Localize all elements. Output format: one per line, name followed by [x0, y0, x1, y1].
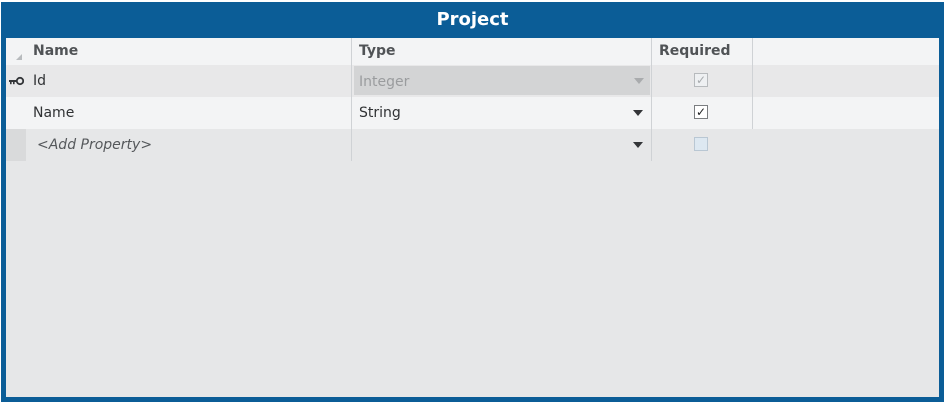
property-type-value: Integer: [359, 74, 410, 90]
add-property-name-cell[interactable]: <Add Property>: [26, 129, 351, 161]
grid-header-row: Name Type Required: [6, 38, 939, 65]
property-name: Id: [33, 73, 47, 89]
sort-indicator-icon: [16, 54, 22, 60]
required-checkbox[interactable]: ✓: [694, 73, 708, 87]
add-property-row[interactable]: <Add Property>: [6, 129, 939, 161]
property-name-cell[interactable]: Id: [26, 65, 351, 97]
property-name: Name: [33, 105, 75, 121]
table-row[interactable]: Name String ✓: [6, 97, 939, 129]
add-property-placeholder: <Add Property>: [37, 137, 153, 153]
entity-title: Project: [436, 9, 509, 30]
chevron-down-icon: [633, 142, 643, 148]
add-property-required-cell[interactable]: [651, 129, 752, 161]
column-header-spacer: [752, 38, 939, 65]
property-required-cell[interactable]: ✓: [651, 65, 752, 97]
required-checkbox[interactable]: ✓: [694, 105, 708, 119]
row-selector[interactable]: [6, 97, 26, 129]
row-selector[interactable]: [6, 129, 26, 161]
column-header-name-label: Name: [33, 43, 79, 59]
property-type-dropdown[interactable]: Integer: [351, 65, 651, 97]
chevron-down-icon: [633, 110, 643, 116]
key-icon: [9, 76, 24, 86]
property-type-disabled-field: Integer: [354, 66, 650, 95]
row-selector[interactable]: [6, 65, 26, 97]
property-grid: Name Type Required Id Integer ✓ Name Str…: [6, 38, 939, 397]
entity-designer-panel: Project Name Type Required Id Integer ✓ …: [1, 2, 944, 402]
chevron-down-icon: [634, 78, 644, 84]
property-required-cell[interactable]: ✓: [651, 97, 752, 129]
row-spacer: [752, 65, 939, 97]
column-header-type[interactable]: Type: [351, 38, 651, 65]
property-type-value: String: [359, 105, 401, 121]
column-header-name[interactable]: Name: [26, 38, 351, 65]
property-name-cell[interactable]: Name: [26, 97, 351, 129]
row-spacer: [752, 97, 939, 129]
select-all-corner[interactable]: [6, 38, 26, 65]
column-header-required-label: Required: [659, 43, 731, 59]
column-header-required[interactable]: Required: [651, 38, 752, 65]
column-header-type-label: Type: [359, 43, 396, 59]
add-property-type-dropdown[interactable]: [351, 129, 651, 161]
table-row[interactable]: Id Integer ✓: [6, 65, 939, 97]
required-checkbox[interactable]: [694, 137, 708, 151]
property-type-dropdown[interactable]: String: [351, 97, 651, 129]
